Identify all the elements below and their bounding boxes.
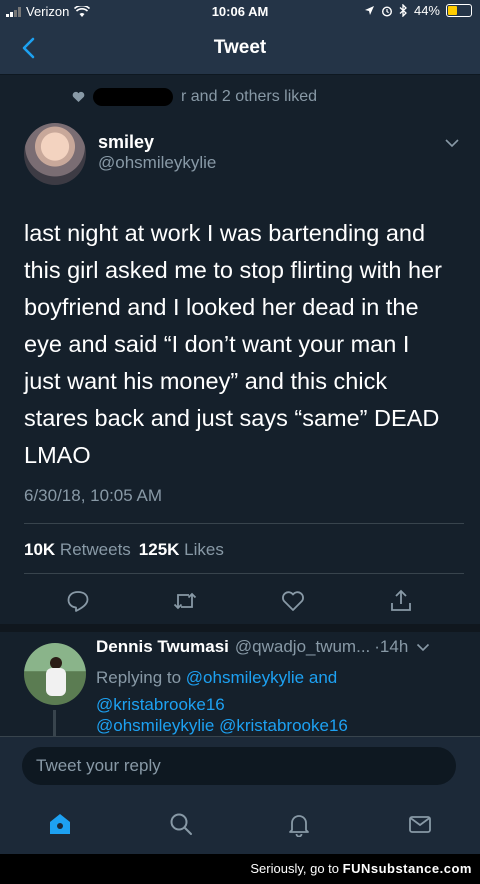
page-title: Tweet [213, 37, 267, 58]
mention-link[interactable]: @kristabrooke16 [219, 716, 348, 735]
battery-percent: 44% [413, 3, 440, 18]
location-arrow-icon [364, 6, 374, 15]
share-icon[interactable] [388, 588, 414, 614]
retweets-stat[interactable]: 10K Retweets [24, 540, 131, 560]
watermark-brand: FUNsubstance.com [342, 861, 472, 876]
social-context-text: r and 2 others liked [181, 88, 318, 105]
status-bar: Verizon 10:06 AM 44% [0, 0, 480, 22]
notifications-icon[interactable] [286, 811, 312, 837]
retweets-count: 10K [24, 540, 56, 559]
home-icon[interactable] [47, 811, 73, 837]
social-context[interactable]: r and 2 others liked [72, 88, 317, 106]
battery-icon [446, 4, 472, 17]
thread-line [53, 710, 56, 736]
author-name[interactable]: smiley [98, 132, 154, 153]
reply-header: Dennis Twumasi @qwadjo_twum... ·14h [96, 637, 466, 657]
bluetooth-icon [399, 4, 407, 17]
mention-link[interactable]: @kristabrooke16 [96, 695, 225, 714]
nav-bar: Tweet [0, 22, 480, 75]
reply-time: ·14h [374, 637, 409, 656]
replying-and: and [308, 668, 338, 687]
replying-to-prefix: Replying to [96, 668, 182, 687]
heart-icon [72, 91, 85, 102]
tweet-stats: 10K Retweets 125K Likes [24, 540, 224, 560]
likes-count: 125K [138, 540, 180, 559]
replying-to: Replying to @ohsmileykylie and @kristabr… [96, 664, 337, 718]
likes-stat[interactable]: 125K Likes [139, 540, 224, 560]
battery-level [448, 6, 457, 15]
avatar[interactable] [24, 123, 86, 185]
reply-author-name[interactable]: Dennis Twumasi [96, 637, 229, 657]
mention-link[interactable]: @ohsmileykylie [96, 716, 214, 735]
retweet-icon[interactable] [172, 588, 198, 614]
reply-avatar[interactable] [24, 643, 86, 705]
messages-icon[interactable] [407, 811, 433, 837]
tweet-timestamp: 6/30/18, 10:05 AM [24, 486, 162, 505]
reply-text: @ohsmileykylie @kristabrooke16 [96, 716, 348, 736]
status-right: 44% [364, 3, 472, 18]
retweets-label: Retweets [59, 540, 131, 559]
search-icon[interactable] [168, 811, 194, 837]
reply-author-handle[interactable]: @qwadjo_twum... [235, 637, 370, 657]
likes-label: Likes [184, 540, 224, 559]
chevron-down-icon[interactable] [416, 643, 430, 652]
tab-bar [0, 794, 480, 854]
reply-icon[interactable] [65, 588, 91, 614]
watermark: Seriously, go to FUNsubstance.com [250, 861, 472, 876]
watermark-prefix: Seriously, go to [250, 861, 339, 876]
tweet-actions [0, 588, 480, 614]
alarm-icon [381, 5, 392, 17]
heart-icon[interactable] [280, 588, 306, 614]
reply-composer [0, 736, 480, 795]
chevron-down-icon[interactable] [444, 138, 460, 148]
redacted-name [93, 88, 173, 106]
reply-input[interactable] [22, 747, 456, 785]
mention-link[interactable]: @ohsmileykylie [186, 668, 304, 687]
section-separator [0, 624, 480, 632]
avatar-figure-body [46, 668, 66, 696]
divider [24, 573, 464, 574]
watermark-bar: Seriously, go to FUNsubstance.com [0, 854, 480, 884]
divider [24, 523, 464, 524]
tweet-text: last night at work I was bartending and … [24, 220, 442, 468]
author-handle[interactable]: @ohsmileykylie [98, 153, 216, 173]
